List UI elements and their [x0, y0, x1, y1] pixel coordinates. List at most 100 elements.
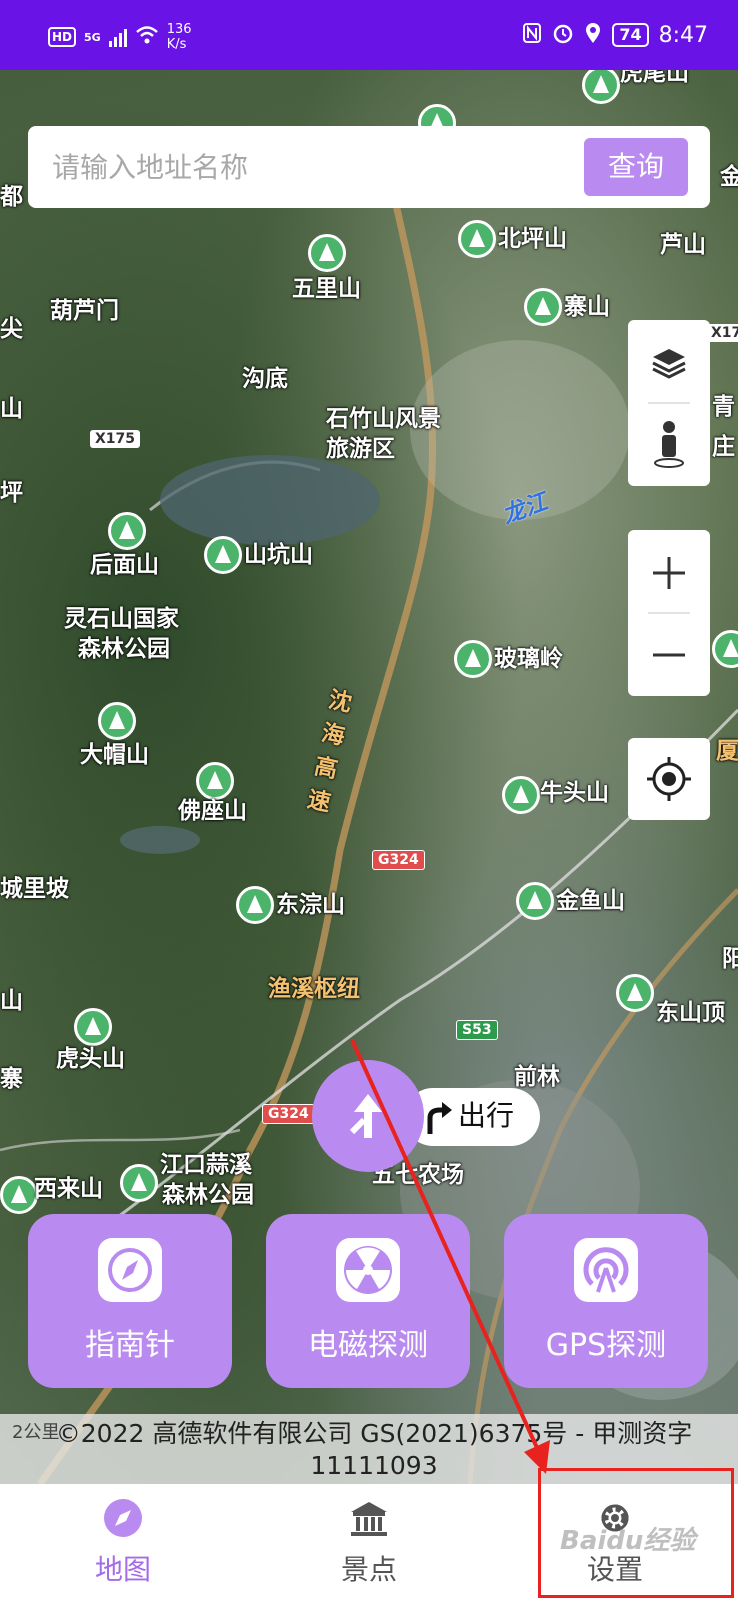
place-label: 森林公园	[162, 1182, 254, 1208]
person-icon	[654, 421, 684, 468]
road-badge: X176	[706, 324, 738, 342]
poi-pin[interactable]	[0, 1176, 38, 1214]
speed-unit: K/s	[166, 37, 187, 52]
map-layer-panel	[628, 320, 710, 486]
place-label: 江口蒜溪	[160, 1152, 252, 1178]
plus-icon	[653, 557, 685, 589]
em-detect-card[interactable]: 电磁探测	[266, 1214, 470, 1388]
poi-pin[interactable]	[308, 234, 346, 272]
crosshair-icon	[647, 757, 691, 801]
place-label: 森林公园	[78, 636, 170, 662]
road-badge: S53	[456, 1020, 498, 1040]
place-label: 东淙山	[276, 892, 345, 918]
network-type: 5G	[84, 30, 101, 44]
poi-pin[interactable]	[454, 640, 492, 678]
place-label: 葫芦门	[50, 298, 119, 324]
turn-right-icon	[427, 1102, 452, 1134]
place-label: 灵石山国家	[64, 606, 179, 632]
place-label: 山	[0, 396, 23, 422]
poi-pin[interactable]	[516, 882, 554, 920]
place-label: 佛座山	[178, 798, 247, 824]
place-label: 坪	[0, 480, 23, 506]
location-icon	[584, 22, 602, 48]
watermark: Baidu经验	[560, 1526, 696, 1556]
network-speed: 136 K/s	[167, 22, 192, 52]
locate-button[interactable]	[628, 740, 710, 818]
temple-icon	[351, 1502, 387, 1536]
place-label: 渔溪枢纽	[268, 976, 360, 1002]
gps-detect-card[interactable]: GPS探测	[504, 1214, 708, 1388]
place-label: 山	[0, 988, 23, 1014]
poi-pin[interactable]	[524, 288, 562, 326]
travel-button[interactable]	[312, 1060, 424, 1172]
divider	[648, 402, 690, 404]
tab-map[interactable]: 地图	[0, 1484, 246, 1600]
place-label: 山坑山	[244, 542, 313, 568]
poi-pin[interactable]	[98, 702, 136, 740]
status-bar: HD 5G 136 K/s 74 8:47	[0, 0, 738, 70]
place-label: 后面山	[90, 552, 159, 578]
tab-scenic-spots[interactable]: 景点	[246, 1484, 492, 1600]
place-label: 金	[720, 164, 738, 190]
minus-icon	[653, 653, 685, 657]
travel-label[interactable]: 出行	[458, 1096, 514, 1136]
place-label: 西来山	[34, 1176, 103, 1202]
clock: 8:47	[658, 22, 708, 48]
place-label: 大帽山	[80, 742, 149, 768]
compass-card[interactable]: 指南针	[28, 1214, 232, 1388]
street-view-button[interactable]	[628, 406, 710, 484]
zoom-panel	[628, 530, 710, 696]
place-label: 牛头山	[540, 780, 609, 806]
place-label: 城里坡	[0, 876, 69, 902]
signal-icon	[108, 27, 127, 47]
road-badge: X175	[90, 430, 141, 448]
poi-pin[interactable]	[74, 1008, 112, 1046]
place-label: 北坪山	[498, 226, 567, 252]
place-label: 都	[0, 184, 23, 210]
poi-pin[interactable]	[108, 512, 146, 550]
place-label: 庄	[712, 434, 735, 460]
copyright-line-2: 11111093	[310, 1451, 438, 1480]
poi-pin[interactable]	[502, 776, 540, 814]
road-badge: G324	[262, 1104, 315, 1124]
road-badge: G324	[372, 850, 425, 870]
zoom-in-button[interactable]	[628, 534, 710, 612]
hd-badge: HD	[48, 27, 77, 47]
layers-icon	[652, 349, 686, 379]
layers-button[interactable]	[628, 324, 710, 402]
divider	[648, 612, 690, 614]
locate-panel	[628, 738, 710, 820]
poi-pin[interactable]	[616, 974, 654, 1012]
tab-map-label: 地图	[94, 1553, 151, 1586]
search-bar: 查询	[28, 126, 710, 208]
place-label: 寨山	[564, 294, 610, 320]
place-label: 沟底	[242, 366, 288, 392]
radiation-icon	[336, 1238, 400, 1302]
place-label: 寨	[0, 1066, 23, 1092]
route-arrow-icon	[349, 1094, 382, 1138]
place-label: 尖	[0, 316, 23, 342]
compass-icon	[98, 1238, 162, 1302]
speed-value: 136	[166, 22, 192, 37]
gps-signal-icon	[574, 1238, 638, 1302]
place-label: 芦山	[660, 232, 706, 258]
poi-pin[interactable]	[458, 220, 496, 258]
nfc-icon	[522, 22, 542, 48]
zoom-out-button[interactable]	[628, 616, 710, 694]
compass-label: 指南针	[85, 1328, 175, 1363]
em-detect-label: 电磁探测	[308, 1328, 428, 1363]
poi-pin[interactable]	[196, 762, 234, 800]
search-button[interactable]: 查询	[584, 138, 688, 196]
poi-pin[interactable]	[204, 536, 242, 574]
battery-level: 74	[612, 23, 649, 47]
gps-detect-label: GPS探测	[545, 1328, 667, 1363]
address-search-input[interactable]	[52, 142, 572, 192]
place-label: 石竹山风景	[326, 406, 441, 432]
poi-pin[interactable]	[120, 1164, 158, 1202]
place-label: 虎头山	[56, 1046, 125, 1072]
status-bar-left: HD 5G 136 K/s	[48, 22, 192, 52]
poi-pin[interactable]	[236, 886, 274, 924]
wifi-icon	[135, 25, 159, 50]
place-label: 金鱼山	[556, 888, 625, 914]
place-label: 前林	[514, 1064, 560, 1090]
